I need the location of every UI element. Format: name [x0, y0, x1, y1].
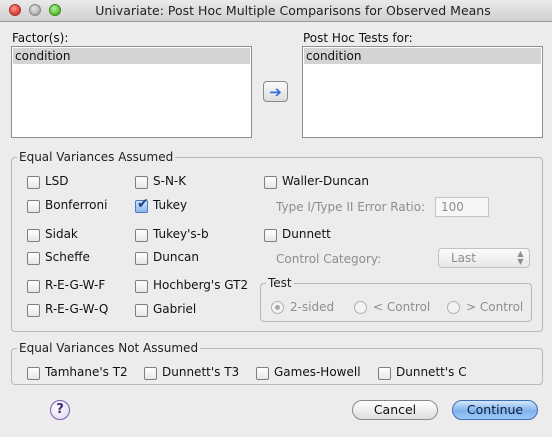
regwq-checkbox[interactable]	[27, 304, 40, 317]
sidak-label: Sidak	[45, 227, 78, 241]
bonferroni-checkbox[interactable]	[27, 200, 40, 213]
waller-duncan-checkbox[interactable]	[264, 176, 277, 189]
continue-button[interactable]: Continue	[452, 400, 538, 420]
greater-control-radio[interactable]	[447, 301, 460, 314]
dialog-window: Univariate: Post Hoc Multiple Comparison…	[0, 0, 552, 437]
greater-control-label: > Control	[466, 300, 524, 314]
factors-label: Factor(s):	[12, 31, 69, 45]
two-sided-label: 2-sided	[290, 300, 335, 314]
help-button[interactable]: ?	[50, 400, 70, 420]
less-control-label: < Control	[373, 300, 431, 314]
duncan-label: Duncan	[153, 250, 200, 264]
tukeys-b-label: Tukey's-b	[153, 227, 209, 241]
control-category-select[interactable]: Last ▲ ▼	[438, 248, 530, 268]
cancel-button[interactable]: Cancel	[352, 400, 438, 420]
error-ratio-input[interactable]: 100	[435, 197, 489, 217]
lsd-label: LSD	[45, 174, 69, 188]
test-group: Test	[260, 276, 532, 322]
tamhane-label: Tamhane's T2	[45, 365, 128, 379]
scheffe-checkbox[interactable]	[27, 252, 40, 265]
factors-listbox[interactable]: condition	[11, 46, 252, 138]
games-howell-label: Games-Howell	[274, 365, 361, 379]
less-control-radio[interactable]	[354, 301, 367, 314]
control-category-label: Control Category:	[276, 252, 382, 266]
regwq-label: R-E-G-W-Q	[45, 302, 109, 316]
tukey-label: Tukey	[153, 198, 188, 212]
dunnett-c-checkbox[interactable]	[378, 367, 391, 380]
dunnett-t3-checkbox[interactable]	[144, 367, 157, 380]
duncan-checkbox[interactable]	[135, 252, 148, 265]
tukeys-b-checkbox[interactable]	[135, 229, 148, 242]
hochberg-checkbox[interactable]	[135, 280, 148, 293]
gabriel-checkbox[interactable]	[135, 304, 148, 317]
equal-variances-legend: Equal Variances Assumed	[19, 150, 174, 164]
snk-label: S-N-K	[153, 174, 187, 188]
two-sided-radio[interactable]	[271, 301, 284, 314]
waller-duncan-label: Waller-Duncan	[282, 174, 370, 188]
dunnett-checkbox[interactable]	[264, 229, 277, 242]
sidak-checkbox[interactable]	[27, 229, 40, 242]
lsd-checkbox[interactable]	[27, 176, 40, 189]
test-legend: Test	[268, 276, 292, 290]
move-to-posthoc-button[interactable]: ➔	[263, 81, 288, 102]
right-arrow-icon: ➔	[269, 82, 282, 101]
regwf-label: R-E-G-W-F	[45, 278, 106, 292]
regwf-checkbox[interactable]	[27, 280, 40, 293]
updown-chevron-icon: ▲ ▼	[517, 249, 524, 266]
tamhane-checkbox[interactable]	[27, 367, 40, 380]
unequal-variances-legend: Equal Variances Not Assumed	[19, 341, 199, 355]
gabriel-label: Gabriel	[153, 302, 197, 316]
scheffe-label: Scheffe	[45, 250, 90, 264]
factors-list-item[interactable]: condition	[13, 48, 250, 64]
games-howell-checkbox[interactable]	[256, 367, 269, 380]
window-title: Univariate: Post Hoc Multiple Comparison…	[95, 3, 491, 18]
control-category-value: Last	[451, 251, 476, 265]
error-ratio-label: Type I/Type II Error Ratio:	[276, 200, 426, 214]
bonferroni-label: Bonferroni	[45, 198, 108, 212]
dunnett-c-label: Dunnett's C	[396, 365, 467, 379]
snk-checkbox[interactable]	[135, 176, 148, 189]
tukey-checkbox[interactable]	[135, 196, 149, 213]
posthoc-for-list-item[interactable]: condition	[304, 48, 541, 64]
posthoc-for-listbox[interactable]: condition	[302, 46, 543, 138]
posthoc-for-label: Post Hoc Tests for:	[303, 31, 413, 45]
hochberg-label: Hochberg's GT2	[153, 278, 249, 292]
title-bar: Univariate: Post Hoc Multiple Comparison…	[0, 0, 552, 22]
dunnett-label: Dunnett	[282, 227, 331, 241]
dunnett-t3-label: Dunnett's T3	[162, 365, 240, 379]
